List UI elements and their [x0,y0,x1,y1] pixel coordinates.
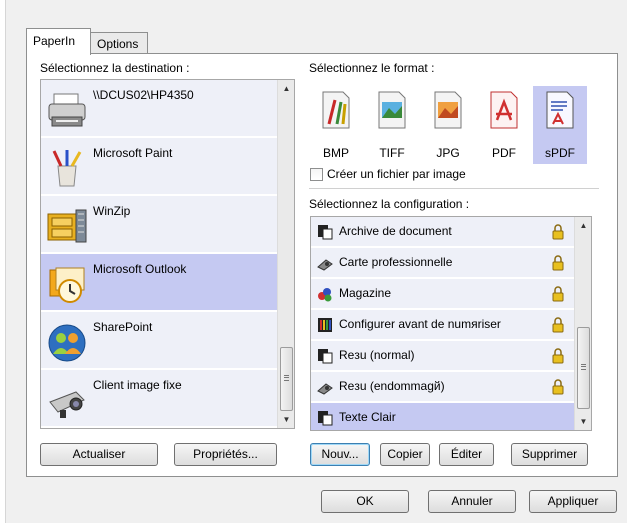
scroll-thumb[interactable] [577,327,590,409]
refresh-button[interactable]: Actualiser [40,443,158,466]
document-icon [318,349,333,364]
lock-icon [552,224,564,240]
configuration-list[interactable]: Archive de document Carte professionnell… [310,216,592,431]
new-config-button[interactable]: Nouv... [310,443,370,466]
config-item-archive[interactable]: Archive de document [311,217,575,247]
config-item-label: Configurer avant de numяriser [339,317,501,331]
jpg-file-icon [434,91,462,129]
format-label: Sélectionnez le format : [309,61,435,75]
destination-item-label: Client image fixe [93,378,182,392]
format-tiff[interactable]: TIFF [365,86,419,164]
copy-config-button[interactable]: Copier [380,443,430,466]
grip-icon [284,375,289,381]
destination-item-label: Microsoft Outlook [93,262,187,276]
destination-item-still-image[interactable]: Client image fixe [41,370,279,427]
destination-item-label: \\DCUS02\HP4350 [93,88,194,102]
destination-item-label: WinZip [93,204,131,218]
tab-paperin[interactable]: PaperIn [26,28,91,55]
config-item-label: Reзu (normal) [339,348,415,362]
separator [309,188,599,189]
printer-icon [48,93,86,127]
outlook-clock-icon [49,267,85,303]
destination-item-winzip[interactable]: WinZip [41,196,279,253]
format-tiff-label: TIFF [379,146,405,160]
format-selector: BMP TIFF JPG PDF sPDF [309,86,589,164]
one-file-per-image-label: Créer un fichier par image [327,167,466,181]
document-icon [318,225,333,240]
configuration-scrollbar[interactable]: ▲ ▼ [574,217,591,430]
scroll-down-icon[interactable]: ▼ [575,413,591,430]
lock-icon [552,379,564,395]
tiff-file-icon [378,91,406,129]
scroll-up-icon[interactable]: ▲ [575,217,591,234]
one-file-per-image-checkbox[interactable] [310,168,323,181]
window-left-edge [0,0,6,523]
scroll-down-icon[interactable]: ▼ [278,411,294,428]
destination-list[interactable]: \\DCUS02\HP4350 Microsoft Paint WinZip M… [40,79,295,429]
grip-icon [581,364,586,370]
destination-item-outlook[interactable]: Microsoft Outlook [41,254,279,311]
spdf-file-icon [546,91,574,129]
config-item-configure-before-scan[interactable]: Configurer avant de numяriser [311,310,575,340]
camera-icon [49,391,85,418]
card-icon [317,383,333,395]
config-item-label: Archive de document [339,224,452,238]
destination-label: Sélectionnez la destination : [40,61,190,75]
config-item-receipt-damaged[interactable]: Reзu (endommagй) [311,372,575,402]
destination-item-label: SharePoint [93,320,153,334]
paint-brushes-icon [52,150,82,187]
card-icon [317,259,333,271]
configuration-label: Sélectionnez la configuration : [309,197,470,211]
lock-icon [552,255,564,271]
magazine-icon [318,288,332,302]
config-item-magazine[interactable]: Magazine [311,279,575,309]
config-item-receipt-normal[interactable]: Reзu (normal) [311,341,575,371]
config-item-label: Texte Clair [339,410,396,424]
sharepoint-people-icon [48,324,86,362]
configure-icon [318,318,332,332]
scroll-up-icon[interactable]: ▲ [278,80,294,97]
config-item-plain-text[interactable]: Texte Clair [311,403,575,430]
config-item-business-card[interactable]: Carte professionnelle [311,248,575,278]
format-bmp-label: BMP [322,146,349,160]
format-bmp[interactable]: BMP [309,86,363,164]
cancel-button[interactable]: Annuler [428,490,516,513]
destination-item-printer[interactable]: \\DCUS02\HP4350 [41,80,279,137]
format-pdf[interactable]: PDF [477,86,531,164]
format-pdf-label: PDF [492,146,516,160]
format-jpg-label: JPG [436,146,460,160]
tab-options[interactable]: Options [90,32,148,54]
lock-icon [552,286,564,302]
pdf-file-icon [490,91,518,129]
apply-button[interactable]: Appliquer [529,490,617,513]
delete-config-button[interactable]: Supprimer [511,443,588,466]
tab-panel-paperin: Sélectionnez la destination : \\DCUS02\H… [26,53,618,477]
lock-icon [552,317,564,333]
winzip-cabinet-icon [47,209,87,243]
ok-button[interactable]: OK [321,490,409,513]
destination-scrollbar[interactable]: ▲ ▼ [277,80,294,428]
destination-item-sharepoint[interactable]: SharePoint [41,312,279,369]
config-item-label: Carte professionnelle [339,255,453,269]
bmp-file-icon [322,91,350,129]
destination-item-label: Microsoft Paint [93,146,173,160]
format-spdf[interactable]: sPDF [533,86,587,164]
config-item-label: Magazine [339,286,392,300]
scroll-thumb[interactable] [280,347,293,411]
destination-item-paint[interactable]: Microsoft Paint [41,138,279,195]
edit-config-button[interactable]: Éditer [439,443,494,466]
format-jpg[interactable]: JPG [421,86,475,164]
lock-icon [552,348,564,364]
properties-button[interactable]: Propriétés... [174,443,277,466]
document-icon [318,411,333,426]
format-spdf-label: sPDF [545,146,575,160]
config-item-label: Reзu (endommagй) [339,379,445,393]
